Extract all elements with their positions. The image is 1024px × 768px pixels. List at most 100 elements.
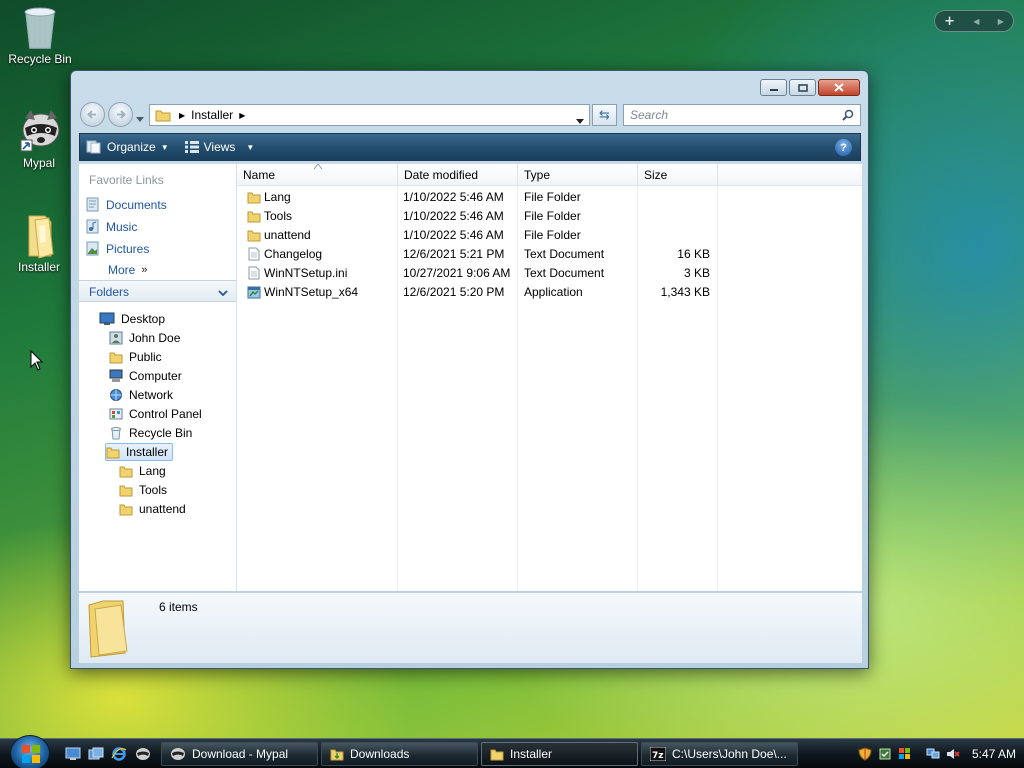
- tree-item-desktop[interactable]: Desktop: [99, 310, 169, 328]
- back-arrow-icon: [87, 110, 96, 119]
- organize-label: Organize: [107, 140, 156, 154]
- chevron-down-icon: [136, 117, 144, 122]
- breadcrumb-installer[interactable]: Installer: [191, 108, 233, 122]
- folder-icon: [155, 110, 171, 122]
- file-name: Changelog: [264, 247, 323, 261]
- recent-pages-dropdown[interactable]: [136, 111, 144, 125]
- forward-button[interactable]: [108, 102, 133, 127]
- explorer-client-area: Favorite Links Documents Music Pictures …: [79, 164, 862, 591]
- minimize-icon: [769, 88, 778, 91]
- taskbar-button-download-mypal[interactable]: Download - Mypal: [161, 742, 318, 766]
- search-icon[interactable]: [842, 109, 854, 121]
- column-header-filler: [718, 164, 862, 186]
- desktop-icon-installer[interactable]: Installer: [0, 212, 79, 274]
- column-divider: [717, 186, 718, 591]
- file-size: 16 KB: [677, 247, 710, 261]
- help-button[interactable]: ?: [835, 139, 852, 156]
- folders-header[interactable]: Folders: [79, 280, 236, 302]
- folder-icon: [119, 485, 133, 497]
- show-desktop-icon[interactable]: [65, 747, 81, 761]
- favorite-link-music[interactable]: Music: [85, 219, 137, 234]
- favorite-link-pictures[interactable]: Pictures: [85, 241, 149, 256]
- search-placeholder: Search: [630, 108, 669, 122]
- maximize-button[interactable]: [789, 79, 816, 96]
- breadcrumb-separator-icon[interactable]: ▶: [239, 111, 245, 120]
- file-name: WinNTSetup_x64: [264, 285, 359, 299]
- desktop-icon-label: Recycle Bin: [8, 52, 72, 66]
- refresh-button[interactable]: ⇆: [592, 104, 617, 126]
- taskbar-button-downloads[interactable]: Downloads: [321, 742, 478, 766]
- tree-item-label: Lang: [139, 464, 166, 478]
- recycle-bin-icon: [20, 4, 60, 49]
- favorite-links-more[interactable]: More »: [108, 263, 147, 277]
- tree-item-tools[interactable]: Tools: [119, 481, 171, 499]
- tree-item-control-panel[interactable]: Control Panel: [109, 405, 206, 423]
- file-row-winntsetup-ini[interactable]: WinNTSetup.ini 10/27/2021 9:06 AM Text D…: [237, 264, 717, 283]
- column-header-size[interactable]: Size: [638, 164, 718, 186]
- switch-windows-icon[interactable]: [88, 747, 104, 761]
- taskbar: Download - Mypal Downloads Installer 7z …: [0, 735, 1024, 768]
- internet-explorer-icon[interactable]: [111, 747, 127, 761]
- desktop-icon-recycle-bin[interactable]: Recycle Bin: [0, 4, 80, 66]
- windows-flag-icon[interactable]: [898, 747, 912, 761]
- start-button[interactable]: [10, 735, 50, 768]
- tree-item-label: Installer: [126, 445, 169, 459]
- back-button[interactable]: [80, 102, 105, 127]
- folder-icon: [88, 600, 128, 658]
- volume-muted-icon[interactable]: [946, 747, 960, 761]
- close-icon: [834, 83, 844, 92]
- tree-item-network[interactable]: Network: [109, 386, 177, 404]
- desktop-icon-mypal[interactable]: Mypal: [0, 108, 79, 170]
- file-row-unattend[interactable]: unattend 1/10/2022 5:46 AM File Folder: [237, 226, 717, 245]
- minimize-button[interactable]: [760, 79, 787, 96]
- text-document-icon: [248, 266, 260, 280]
- address-bar[interactable]: ▶ Installer ▶: [149, 104, 590, 126]
- column-header-name[interactable]: Name: [237, 164, 398, 186]
- tree-item-unattend[interactable]: unattend: [119, 500, 190, 518]
- application-icon: [247, 286, 261, 299]
- favorite-link-documents[interactable]: Documents: [85, 197, 167, 212]
- file-row-changelog[interactable]: Changelog 12/6/2021 5:21 PM Text Documen…: [237, 245, 717, 264]
- command-bar: Organize ▼ Views ▼ ?: [79, 133, 861, 161]
- folder-icon: [119, 504, 133, 516]
- network-icon[interactable]: [926, 747, 940, 761]
- tree-item-computer[interactable]: Computer: [109, 367, 186, 385]
- close-button[interactable]: [818, 79, 860, 96]
- safely-remove-hardware-icon[interactable]: [878, 747, 892, 761]
- address-dropdown-button[interactable]: [576, 113, 584, 127]
- column-header-date-modified[interactable]: Date modified: [398, 164, 518, 186]
- favorite-link-label: Music: [106, 219, 138, 234]
- taskbar-button-installer[interactable]: Installer: [481, 742, 638, 766]
- file-date: 1/10/2022 5:46 AM: [403, 190, 504, 204]
- taskbar-button-7zip[interactable]: 7z C:\Users\John Doe\...: [641, 742, 798, 766]
- file-row-winntsetup-x64[interactable]: WinNTSetup_x64 12/6/2021 5:20 PM Applica…: [237, 283, 717, 302]
- text-document-icon: [248, 247, 260, 261]
- organize-button[interactable]: Organize ▼: [80, 134, 177, 160]
- tree-item-installer[interactable]: Installer: [105, 443, 174, 461]
- sort-ascending-icon: [314, 164, 322, 169]
- folder-icon: [247, 192, 261, 204]
- sidebar-add-button[interactable]: +: [944, 14, 955, 29]
- favorite-link-label: Pictures: [106, 241, 150, 256]
- tree-item-lang[interactable]: Lang: [119, 462, 170, 480]
- item-count: 6 items: [159, 600, 198, 614]
- folder-icon: [247, 211, 261, 223]
- tree-item-recycle-bin[interactable]: Recycle Bin: [109, 424, 196, 442]
- mypal-browser-icon[interactable]: [135, 747, 151, 761]
- file-type: File Folder: [524, 190, 581, 204]
- file-date: 12/6/2021 5:21 PM: [403, 247, 505, 261]
- search-input[interactable]: Search: [623, 104, 861, 126]
- file-row-tools[interactable]: Tools 1/10/2022 5:46 AM File Folder: [237, 207, 717, 226]
- security-shield-icon[interactable]: [858, 747, 872, 761]
- views-label: Views: [203, 140, 236, 154]
- folder-icon: [247, 230, 261, 242]
- tree-item-public[interactable]: Public: [109, 348, 166, 366]
- column-header-type[interactable]: Type: [518, 164, 638, 186]
- tree-item-john-doe[interactable]: John Doe: [109, 329, 184, 347]
- views-button[interactable]: Views ▼: [177, 134, 263, 160]
- sidebar-prev-button[interactable]: ◀: [973, 17, 979, 26]
- file-row-lang[interactable]: Lang 1/10/2022 5:46 AM File Folder: [237, 188, 717, 207]
- file-type: File Folder: [524, 209, 581, 223]
- clock[interactable]: 5:47 AM: [972, 747, 1016, 761]
- sidebar-next-button[interactable]: ▶: [998, 17, 1004, 26]
